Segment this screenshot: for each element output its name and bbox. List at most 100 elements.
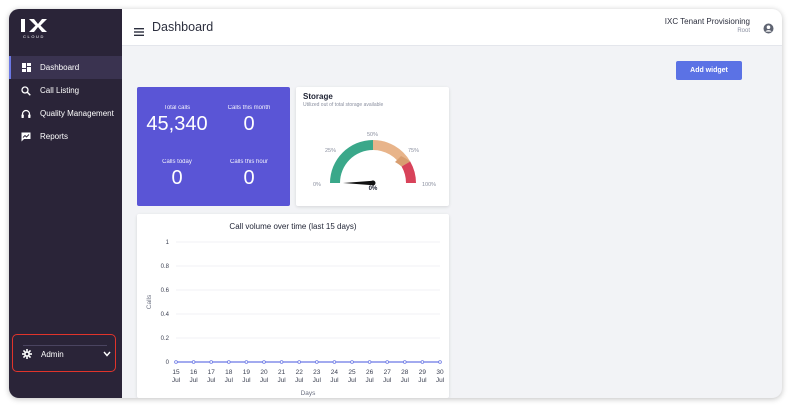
data-point	[367, 360, 372, 364]
gauge-tick-label: 25%	[325, 148, 336, 154]
gauge-arc-green	[330, 140, 373, 183]
call-stats-card: Total calls 45,340 Calls this month 0 Ca…	[137, 87, 290, 206]
sidebar-item-call-listing[interactable]: Call Listing	[9, 79, 122, 102]
sidebar-item-dashboard[interactable]: Dashboard	[9, 56, 122, 79]
gauge-value-label: 0%	[369, 186, 378, 192]
page-title: Dashboard	[152, 20, 214, 34]
gauge-tick-label: 100%	[422, 182, 436, 188]
x-tick-label: Jul	[401, 377, 410, 384]
x-tick-label: Jul	[260, 377, 269, 384]
admin-label: Admin	[41, 349, 64, 359]
gauge-tick-label: 50%	[367, 132, 378, 138]
x-tick-label: 26	[366, 369, 374, 376]
sidebar-item-quality-management[interactable]: Quality Management	[9, 102, 122, 125]
stat-total-calls: Total calls 45,340	[139, 105, 215, 136]
x-tick-label: 15	[172, 369, 180, 376]
call-volume-chart-card: Call volume over time (last 15 days) 0 0.…	[137, 214, 449, 398]
y-tick-label: 0.4	[161, 312, 170, 318]
x-tick-label: 19	[243, 369, 251, 376]
x-tick-label: Jul	[313, 377, 322, 384]
x-tick-label: 30	[436, 369, 444, 376]
data-point	[209, 360, 213, 364]
x-tick-label: 29	[419, 369, 427, 376]
data-point	[420, 360, 425, 364]
x-tick-label: Jul	[189, 377, 198, 384]
gear-icon	[22, 349, 32, 359]
x-tick-label: 21	[278, 369, 286, 376]
x-tick-label: Jul	[242, 377, 251, 384]
add-widget-button[interactable]: Add widget	[676, 61, 742, 80]
svg-text:CLOUD: CLOUD	[23, 34, 45, 39]
data-point	[227, 360, 231, 364]
headset-icon	[21, 109, 31, 119]
y-tick-label: 0.8	[161, 264, 170, 270]
data-point	[244, 360, 249, 364]
x-tick-label: 22	[296, 369, 304, 376]
reports-icon	[21, 132, 31, 142]
gauge-hub	[370, 180, 376, 186]
gauge-tick-label: 75%	[408, 148, 419, 154]
data-point	[315, 360, 319, 364]
sidebar-item-label: Quality Management	[40, 109, 114, 118]
tenant-name: IXC Tenant Provisioning	[664, 17, 750, 26]
chevron-down-icon	[103, 350, 111, 359]
x-axis-label: Days	[301, 390, 317, 397]
sidebar-item-label: Dashboard	[40, 63, 80, 72]
x-tick-label: 20	[260, 369, 268, 376]
call-volume-chart: 00.20.40.60.8115Jul16Jul17Jul18Jul19Jul2…	[146, 240, 445, 397]
stat-label: Total calls	[163, 105, 191, 111]
admin-menu-toggle[interactable]: Admin	[13, 335, 117, 373]
gauge-needle	[343, 180, 373, 186]
x-tick-label: Jul	[365, 377, 374, 384]
x-tick-label: Jul	[383, 377, 392, 384]
x-tick-label: 18	[225, 369, 233, 376]
y-axis-label: Calls	[146, 294, 153, 309]
sidebar-item-label: Call Listing	[40, 86, 80, 95]
stat-label: Calls this month	[227, 105, 271, 111]
data-point	[350, 360, 354, 364]
x-tick-label: 17	[208, 369, 216, 376]
x-tick-label: Jul	[172, 377, 181, 384]
divider	[23, 345, 107, 346]
dashboard-icon	[21, 63, 31, 73]
y-tick-label: 1	[166, 240, 170, 246]
x-tick-label: 23	[313, 369, 321, 376]
x-tick-label: 25	[348, 369, 356, 376]
stat-value: 0	[171, 167, 183, 189]
ixcloud-logo[interactable]: CLOUD	[21, 17, 61, 39]
y-tick-label: 0	[166, 360, 170, 366]
hamburger-menu-icon[interactable]	[134, 23, 144, 41]
stat-label: Calls this hour	[229, 159, 268, 165]
stat-calls-this-hour: Calls this hour 0	[211, 159, 287, 190]
sidebar-item-reports[interactable]: Reports	[9, 125, 122, 148]
admin-menu-highlight: Admin	[12, 334, 116, 372]
data-point	[279, 360, 284, 364]
storage-card: Storage Utilized out of total storage av…	[296, 87, 449, 206]
data-point	[262, 360, 266, 364]
y-tick-label: 0.6	[161, 288, 170, 294]
x-tick-label: 24	[331, 369, 339, 376]
data-point	[191, 360, 196, 364]
sidebar-nav: Dashboard Call Listing Quality Managemen…	[9, 56, 122, 148]
data-point	[385, 360, 390, 364]
tenant-info[interactable]: IXC Tenant Provisioning Root	[665, 17, 750, 34]
x-tick-label: Jul	[277, 377, 286, 384]
data-point	[438, 360, 442, 364]
tenant-role: Root	[737, 28, 750, 34]
x-tick-label: Jul	[330, 377, 339, 384]
stat-calls-this-month: Calls this month 0	[211, 105, 287, 136]
x-tick-label: Jul	[225, 377, 234, 384]
data-point	[402, 360, 407, 364]
user-account-icon[interactable]	[763, 21, 774, 39]
sidebar: CLOUD Dashboard Call Listing Quality Man…	[9, 9, 122, 398]
x-tick-label: Jul	[418, 377, 427, 384]
stat-value: 0	[243, 113, 255, 135]
stat-label: Calls today	[162, 159, 192, 165]
x-tick-label: Jul	[436, 377, 445, 384]
stat-value: 45,340	[146, 113, 208, 135]
x-tick-label: Jul	[348, 377, 357, 384]
x-tick-label: Jul	[295, 377, 304, 384]
y-tick-label: 0.2	[161, 336, 170, 342]
data-point	[332, 360, 337, 364]
stat-value: 0	[243, 167, 255, 189]
